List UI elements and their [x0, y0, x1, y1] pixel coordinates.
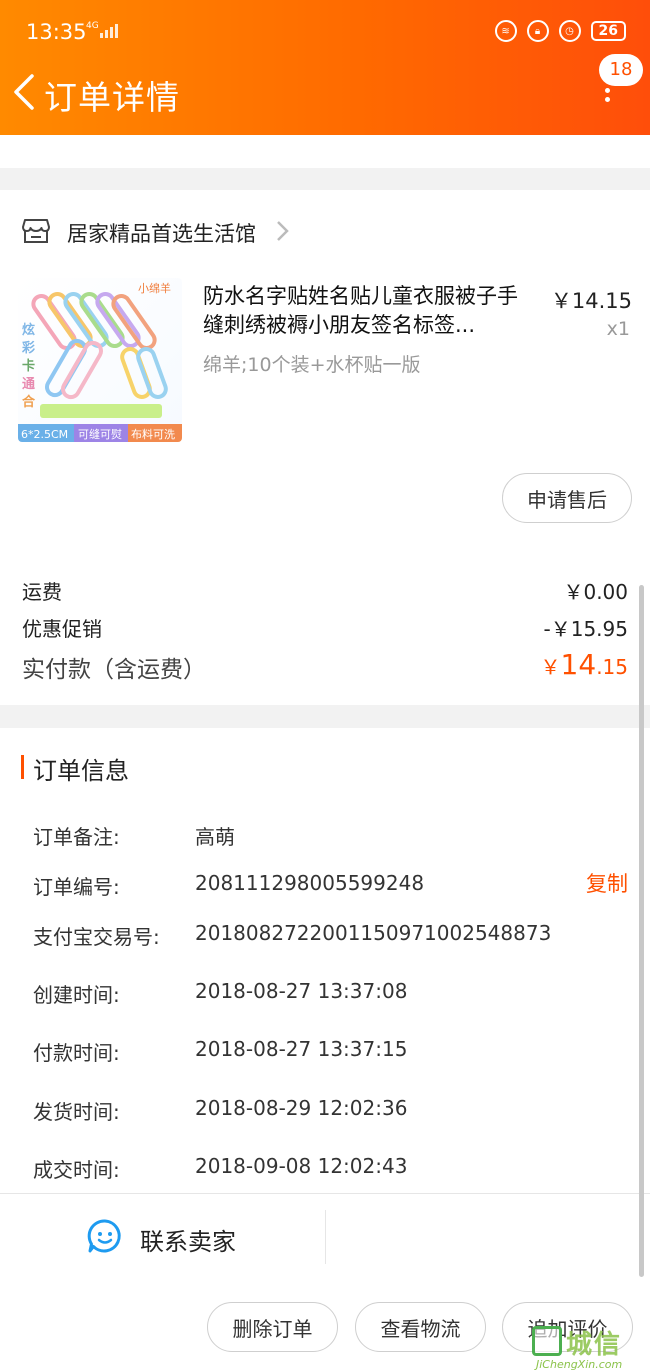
- product-title[interactable]: 防水名字贴姓名贴儿童衣服被子手缝刺绣被褥小朋友签名标签...: [203, 282, 528, 340]
- image-tag-wash: 布料可洗: [131, 427, 175, 441]
- svg-text:卡: 卡: [22, 358, 35, 374]
- info-value-alipay-no: 2018082722001150971002548873: [195, 921, 552, 945]
- svg-text:通: 通: [22, 376, 35, 392]
- watermark-logo: [532, 1326, 562, 1356]
- info-value-remark: 高萌: [195, 825, 235, 849]
- discount-value: -￥15.95: [543, 617, 628, 641]
- shop-icon: [22, 219, 50, 243]
- info-value-shipped: 2018-08-29 12:02:36: [195, 1096, 408, 1120]
- watermark: 城信 JiChengXin.com: [524, 1320, 648, 1372]
- info-label-order-no: 订单编号:: [33, 875, 120, 899]
- info-label-paid: 付款时间:: [33, 1041, 120, 1065]
- scrollbar[interactable]: [639, 585, 644, 1277]
- shipping-label: 运费: [22, 580, 62, 604]
- info-label-alipay-no: 支付宝交易号:: [33, 925, 160, 949]
- info-label-remark: 订单备注:: [33, 825, 120, 849]
- more-icon[interactable]: [602, 88, 612, 112]
- total-decimal: .15: [596, 655, 628, 679]
- vibrate-icon: ≋: [494, 20, 517, 42]
- info-label-shipped: 发货时间:: [33, 1100, 120, 1124]
- battery-icon: 26: [590, 21, 626, 41]
- product-price: ￥14.15: [550, 289, 632, 313]
- app-header: 13:35 4G ≋ 🔒︎ ◷ 26 订单详情 18: [0, 0, 650, 135]
- total-integer: 14: [560, 648, 597, 681]
- svg-text:炫: 炫: [22, 322, 35, 338]
- after-sale-button[interactable]: 申请售后: [502, 473, 632, 523]
- delete-order-button[interactable]: 删除订单: [207, 1302, 338, 1352]
- watermark-url: JiChengXin.com: [536, 1358, 623, 1371]
- copy-button[interactable]: 复制: [586, 868, 628, 898]
- image-tag-size: 6*2.5CM: [21, 428, 68, 441]
- product-thumbnail: 炫彩卡 通合 小绵羊 6*2.5CM 可缝可熨 布料可洗: [18, 281, 182, 442]
- divider: [0, 1193, 650, 1194]
- contact-seller-button[interactable]: 联系卖家: [140, 1222, 236, 1257]
- signal-icon: [100, 24, 118, 38]
- info-value-created: 2018-08-27 13:37:08: [195, 979, 408, 1003]
- page-title: 订单详情: [44, 78, 180, 117]
- status-time: 13:35: [26, 20, 87, 44]
- status-icons: ≋ 🔒︎ ◷ 26: [494, 20, 626, 42]
- info-label-created: 创建时间:: [33, 983, 120, 1007]
- product-image[interactable]: 炫彩卡 通合 小绵羊 6*2.5CM 可缝可熨 布料可洗: [18, 278, 182, 442]
- message-badge[interactable]: 18: [599, 54, 643, 86]
- info-value-completed: 2018-09-08 12:02:43: [195, 1154, 408, 1178]
- info-value-paid: 2018-08-27 13:37:15: [195, 1037, 408, 1061]
- shipping-value: ￥0.00: [563, 580, 628, 604]
- info-value-order-no: 208111298005599248: [195, 871, 425, 895]
- total-currency: ￥: [540, 655, 561, 679]
- section-accent: [21, 755, 24, 779]
- back-icon[interactable]: [12, 74, 38, 110]
- total-label: 实付款（含运费）: [22, 657, 206, 683]
- lock-icon: 🔒︎: [526, 20, 549, 42]
- network-type: 4G: [86, 21, 99, 31]
- total-value: ￥14.15: [541, 648, 628, 681]
- chat-icon[interactable]: [87, 1218, 123, 1254]
- chevron-right-icon[interactable]: [274, 218, 290, 244]
- vertical-divider: [325, 1210, 326, 1264]
- order-info-title: 订单信息: [33, 757, 129, 785]
- shop-name[interactable]: 居家精品首选生活馆: [67, 218, 256, 248]
- svg-text:合: 合: [22, 394, 36, 410]
- image-tag-sew: 可缝可熨: [78, 427, 122, 441]
- svg-text:彩: 彩: [21, 340, 35, 356]
- product-image-text: 小绵羊: [138, 281, 171, 295]
- status-bar: 13:35 4G ≋ 🔒︎ ◷ 26: [0, 0, 650, 66]
- previous-section: [0, 135, 650, 168]
- watermark-text: 城信: [566, 1330, 623, 1360]
- view-logistics-button[interactable]: 查看物流: [355, 1302, 486, 1352]
- alarm-icon: ◷: [558, 20, 581, 42]
- discount-label: 优惠促销: [22, 617, 102, 641]
- product-sku: 绵羊;10个装+水杯贴一版: [203, 354, 421, 376]
- product-quantity: x1: [606, 318, 630, 340]
- info-label-completed: 成交时间:: [33, 1158, 120, 1182]
